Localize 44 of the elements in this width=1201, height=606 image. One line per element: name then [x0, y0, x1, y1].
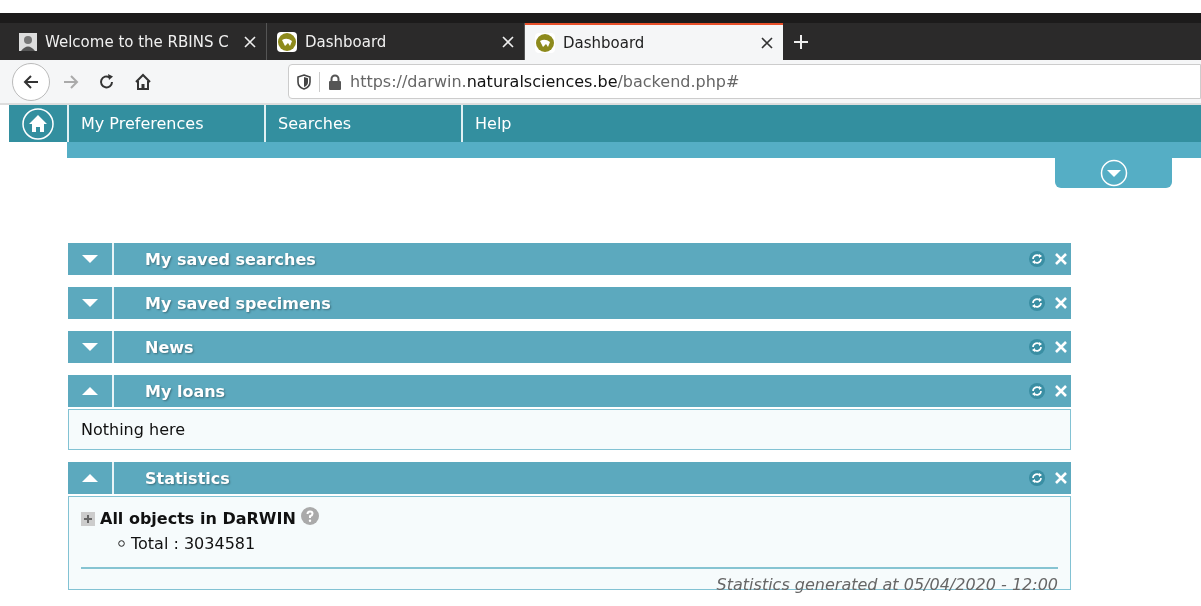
address-field[interactable]: https://darwin.naturalsciences.be/backend.php# [288, 64, 1201, 99]
widget-title: News [144, 337, 195, 357]
animal-logo-icon [535, 32, 555, 53]
close-icon[interactable] [1055, 253, 1067, 265]
dropdown-icon[interactable] [1099, 159, 1128, 187]
refresh-icon[interactable] [1029, 339, 1045, 355]
widget-title: My loans [144, 381, 227, 401]
close-icon[interactable] [1055, 297, 1067, 309]
stats-heading: All objects in DaRWIN [100, 509, 296, 528]
widget-title: My saved specimens [144, 293, 332, 313]
refresh-icon[interactable] [1029, 251, 1045, 267]
expand-icon[interactable] [81, 254, 99, 264]
new-tab-icon[interactable] [793, 33, 809, 50]
expand-icon[interactable] [81, 342, 99, 352]
dropdown-tab[interactable] [1055, 158, 1172, 188]
reload-icon[interactable] [98, 72, 116, 91]
forward-icon[interactable] [62, 72, 80, 91]
shield-icon[interactable] [297, 73, 311, 90]
refresh-icon[interactable] [1029, 470, 1045, 486]
animal-logo-icon [277, 31, 297, 52]
collapse-icon[interactable] [81, 473, 99, 483]
help-icon[interactable] [300, 506, 319, 525]
home-icon[interactable] [134, 72, 152, 91]
lock-icon [328, 73, 342, 90]
widget-title: Statistics [144, 468, 231, 488]
browser-tab[interactable]: Dashboard [525, 23, 783, 60]
generated-note: Statistics generated at 05/04/2020 - 12:00 [715, 575, 1058, 594]
widget-title: My saved searches [144, 249, 317, 269]
collapse-icon[interactable] [81, 386, 99, 396]
refresh-icon[interactable] [1029, 295, 1045, 311]
back-arrow-icon [22, 72, 40, 91]
empty-message: Nothing here [81, 420, 186, 439]
url-text: https://darwin.naturalsciences.be/backend.php# [350, 72, 740, 91]
refresh-icon[interactable] [1029, 383, 1045, 399]
close-icon[interactable] [1055, 472, 1067, 484]
close-icon[interactable] [1055, 341, 1067, 353]
expand-icon[interactable] [81, 298, 99, 308]
portrait-favicon-icon [19, 32, 37, 51]
close-tab-icon[interactable] [761, 36, 773, 49]
back-button[interactable] [12, 62, 50, 101]
close-icon[interactable] [1055, 385, 1067, 397]
bullet-icon [118, 540, 125, 547]
stat-item: Total : 3034581 [131, 534, 256, 553]
expand-icon[interactable] [81, 511, 95, 526]
